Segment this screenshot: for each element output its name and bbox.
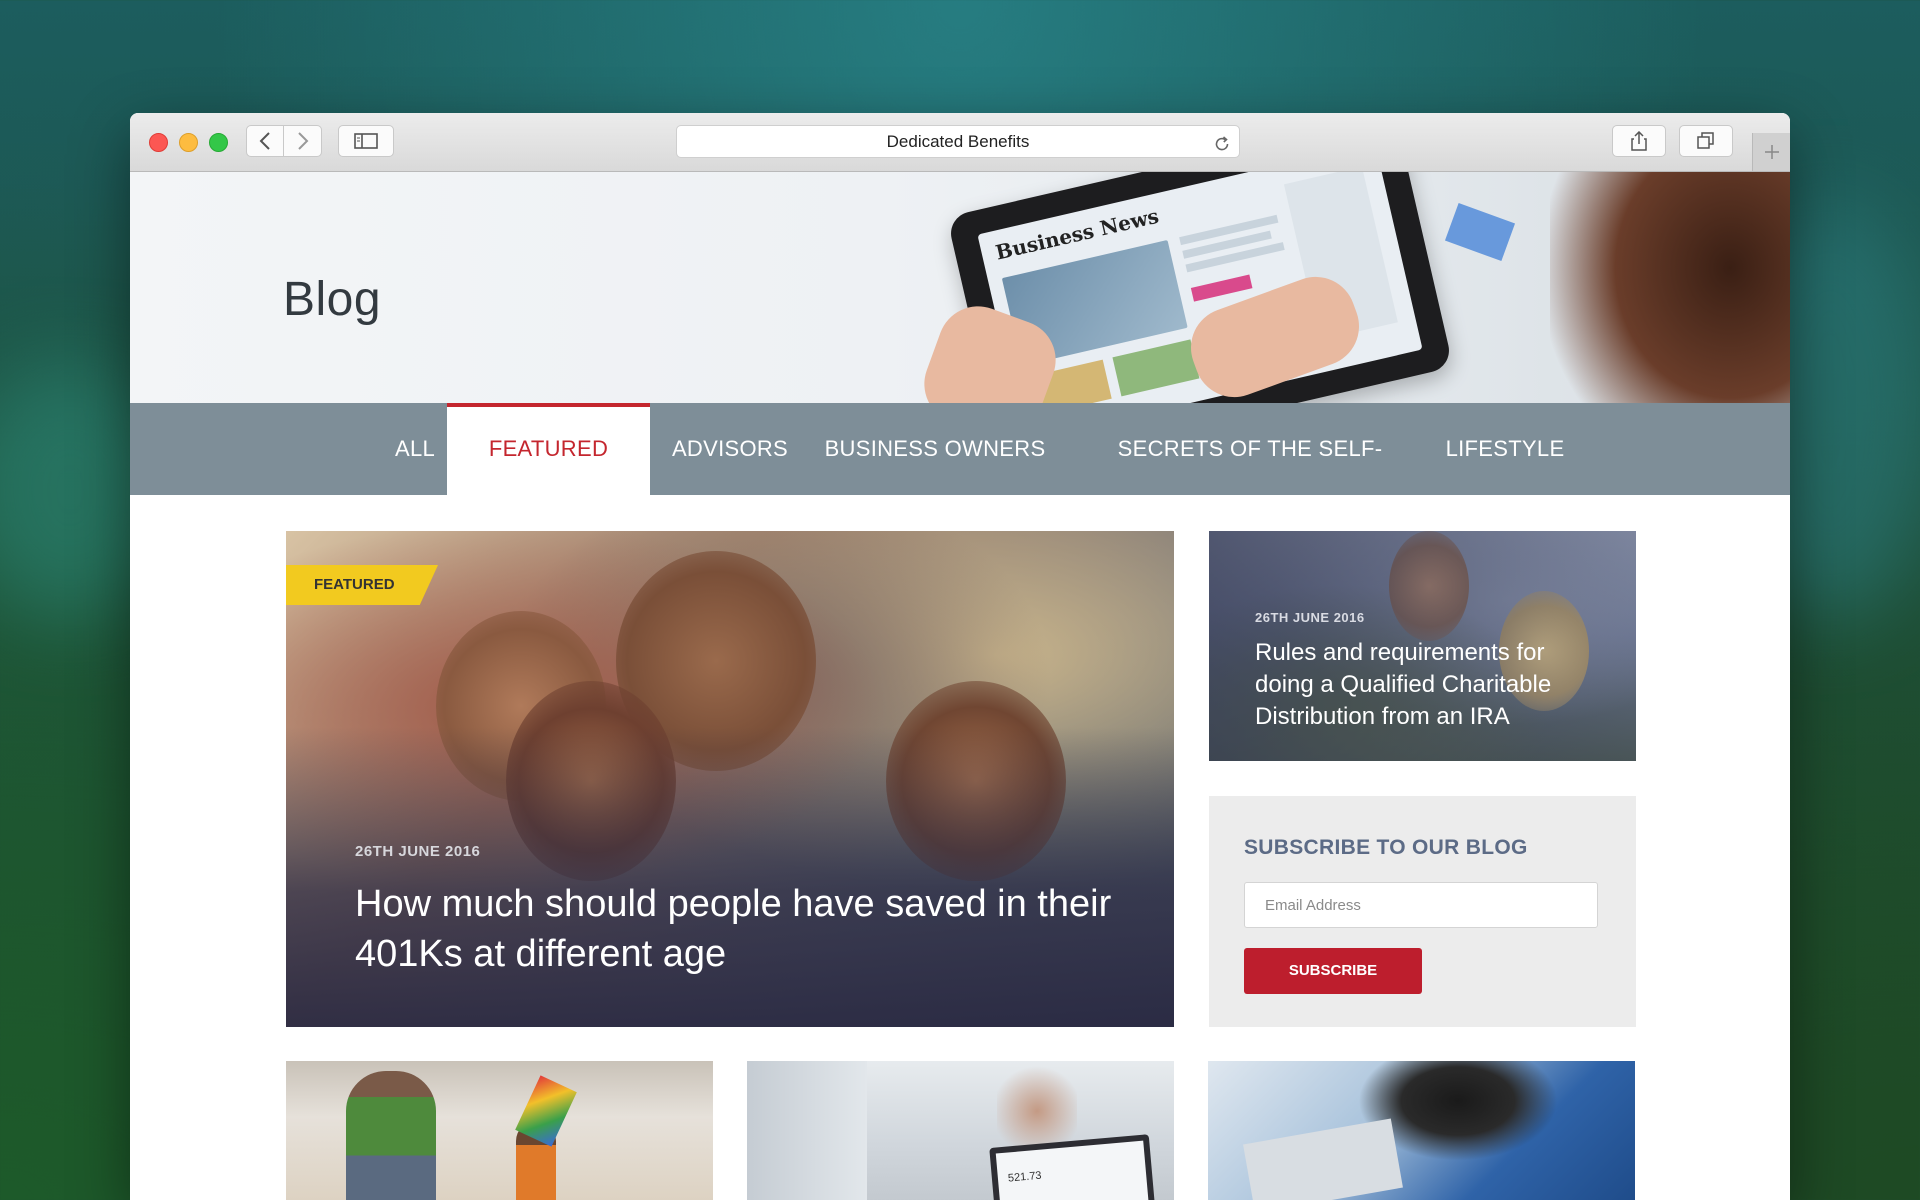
featured-post-title[interactable]: How much should people have saved in the… [355, 879, 1115, 979]
hero-banner: Blog Business News [130, 172, 1790, 403]
card-image-man [346, 1071, 436, 1200]
laptop-reading: 521.73 [1007, 1169, 1043, 1185]
post-card[interactable] [286, 1061, 713, 1200]
post-card[interactable]: 521.73 [747, 1061, 1174, 1200]
tab-secrets-of-the-self-made[interactable]: SECRETS OF THE SELF-MADE [1090, 403, 1410, 553]
post-card[interactable] [1208, 1061, 1635, 1200]
tab-lifestyle[interactable]: LIFESTYLE [1430, 403, 1580, 495]
address-bar[interactable]: Dedicated Benefits [676, 125, 1240, 158]
zoom-window-button[interactable] [209, 133, 228, 152]
forward-button[interactable] [284, 125, 322, 157]
side-post-title[interactable]: Rules and requirements for doing a Quali… [1255, 637, 1595, 733]
subscribe-button[interactable]: SUBSCRIBE [1244, 948, 1422, 994]
side-post-date: 26TH JUNE 2016 [1255, 610, 1365, 625]
browser-window: Dedicated Benefits Blog Business News AL… [130, 113, 1790, 1200]
subscribe-panel: SUBSCRIBE TO OUR BLOG SUBSCRIBE [1209, 796, 1636, 1027]
tabs-overview-button[interactable] [1679, 125, 1733, 157]
hero-person-hair [1550, 172, 1790, 403]
tab-business-owners[interactable]: BUSINESS OWNERS [820, 403, 1050, 495]
category-nav: ALL FEATURED ADVISORS BUSINESS OWNERS SE… [130, 403, 1790, 553]
address-bar-title: Dedicated Benefits [886, 132, 1030, 151]
new-tab-button[interactable] [1752, 133, 1790, 171]
sidebar-toggle-button[interactable] [338, 125, 394, 157]
tab-featured[interactable]: FEATURED [447, 403, 650, 495]
side-post-card[interactable]: 26TH JUNE 2016 Rules and requirements fo… [1209, 531, 1636, 761]
email-field[interactable] [1244, 882, 1598, 928]
subscribe-title: SUBSCRIBE TO OUR BLOG [1244, 836, 1528, 859]
close-window-button[interactable] [149, 133, 168, 152]
sidebar-icon [354, 133, 378, 149]
share-button[interactable] [1612, 125, 1666, 157]
chevron-right-icon [297, 132, 308, 150]
keyboard-image [1243, 1118, 1403, 1200]
browser-toolbar: Dedicated Benefits [130, 113, 1790, 172]
reload-icon[interactable] [1213, 132, 1231, 163]
back-button[interactable] [246, 125, 284, 157]
featured-badge: FEATURED [286, 565, 438, 605]
share-icon [1631, 131, 1647, 151]
plus-icon [1765, 145, 1779, 159]
chevron-left-icon [259, 132, 270, 150]
page-title: Blog [283, 273, 382, 326]
hero-blue-card [1444, 202, 1516, 262]
tab-advisors[interactable]: ADVISORS [660, 403, 800, 495]
featured-post-date: 26TH JUNE 2016 [355, 843, 481, 860]
minimize-window-button[interactable] [179, 133, 198, 152]
featured-post-card[interactable]: FEATURED 26TH JUNE 2016 How much should … [286, 531, 1174, 1027]
tabs-icon [1697, 132, 1714, 149]
